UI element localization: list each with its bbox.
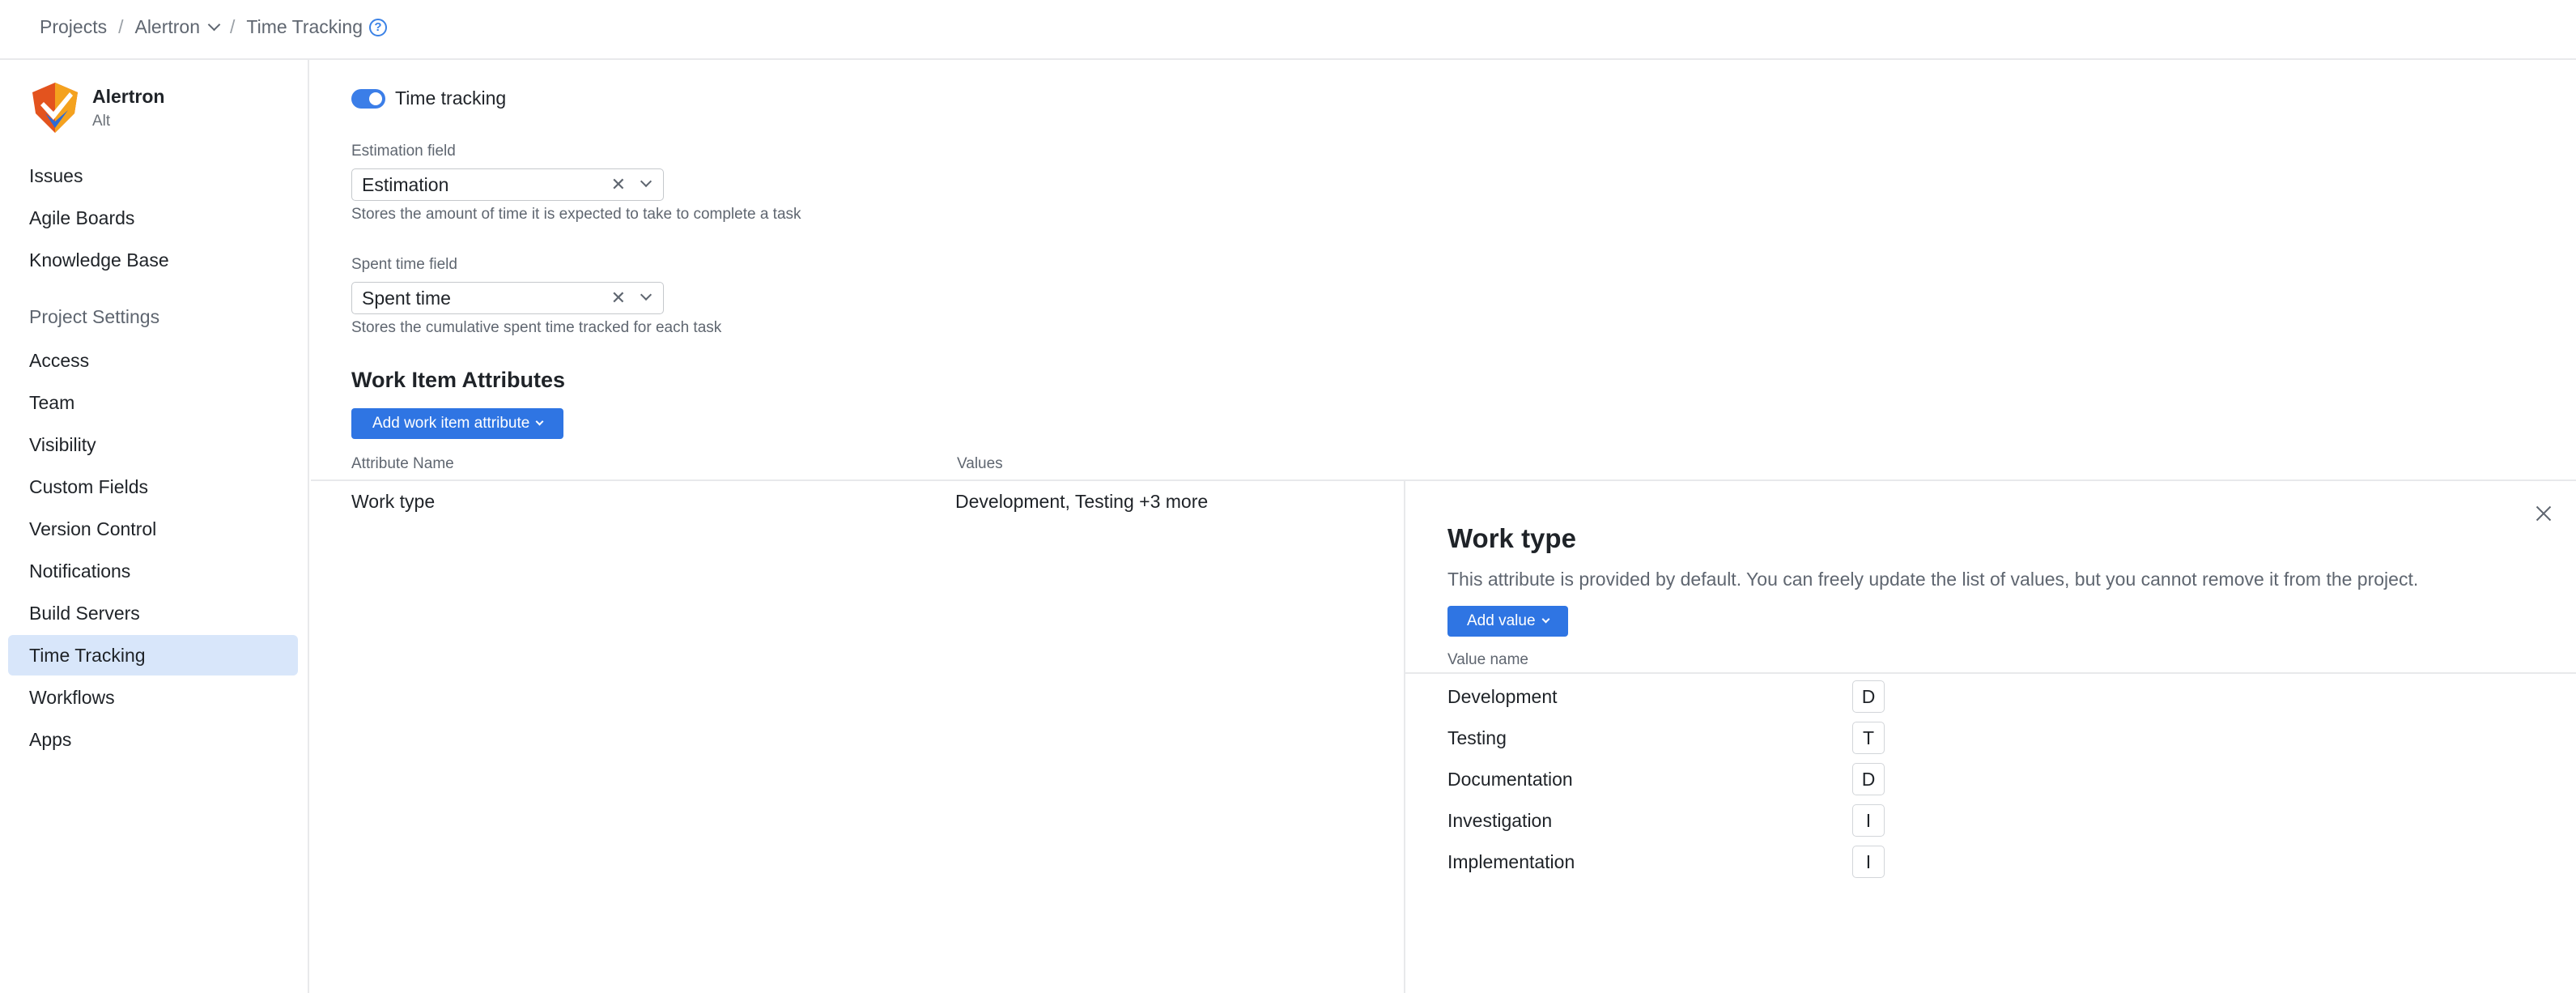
value-abbreviation-input[interactable]: I	[1852, 804, 1885, 837]
value-row[interactable]: Investigation I	[1447, 804, 1901, 837]
value-abbreviation-input[interactable]: T	[1852, 722, 1885, 754]
estimation-field-label: Estimation field	[351, 143, 456, 160]
chevron-down-icon[interactable]	[640, 289, 652, 300]
column-header-attribute-name[interactable]: Attribute Name	[351, 455, 454, 473]
estimation-field-hint: Stores the amount of time it is expected…	[351, 206, 801, 224]
spent-time-field-hint: Stores the cumulative spent time tracked…	[351, 319, 721, 337]
sidebar: Alertron Alt Issues Agile Boards Knowled…	[0, 60, 309, 993]
breadcrumb-current-page: Time Tracking	[246, 16, 363, 38]
value-name: Implementation	[1447, 851, 1575, 873]
panel-divider	[1405, 672, 2576, 674]
breadcrumb-separator: /	[230, 16, 235, 38]
add-work-item-attribute-button[interactable]: Add work item attribute	[351, 408, 563, 439]
chevron-down-icon[interactable]	[640, 176, 652, 187]
add-value-button[interactable]: Add value	[1447, 606, 1568, 637]
clear-icon[interactable]: ✕	[611, 174, 626, 195]
sidebar-item-visibility[interactable]: Visibility	[8, 424, 298, 465]
chevron-down-icon	[536, 418, 544, 426]
value-row[interactable]: Documentation D	[1447, 763, 1901, 795]
chevron-down-icon[interactable]	[208, 19, 221, 32]
sidebar-item-version-control[interactable]: Version Control	[8, 509, 298, 549]
add-work-item-attribute-label: Add work item attribute	[372, 415, 529, 433]
top-header: Projects / Alertron / Time Tracking ?	[0, 0, 2576, 60]
attribute-row-name[interactable]: Work type	[351, 491, 435, 513]
breadcrumb: Projects / Alertron / Time Tracking ?	[40, 16, 387, 38]
table-divider	[311, 479, 1407, 481]
value-name: Development	[1447, 686, 1558, 708]
sidebar-item-knowledge-base[interactable]: Knowledge Base	[8, 240, 298, 280]
sidebar-item-notifications[interactable]: Notifications	[8, 551, 298, 591]
sidebar-item-team[interactable]: Team	[8, 382, 298, 423]
time-tracking-toggle[interactable]	[351, 89, 385, 109]
sidebar-item-workflows[interactable]: Workflows	[8, 677, 298, 718]
time-tracking-label: Time tracking	[395, 87, 506, 109]
spent-time-field-select[interactable]: Spent time ✕	[351, 282, 664, 314]
value-name: Testing	[1447, 727, 1507, 749]
breadcrumb-separator: /	[118, 16, 123, 38]
attribute-row-values[interactable]: Development, Testing +3 more	[955, 491, 1208, 513]
value-row[interactable]: Testing T	[1447, 722, 1901, 754]
toggle-knob	[369, 92, 382, 105]
project-key: Alt	[92, 113, 164, 130]
clear-icon[interactable]: ✕	[611, 288, 626, 309]
panel-title: Work type	[1447, 523, 1576, 554]
value-name: Investigation	[1447, 810, 1552, 832]
estimation-field-value: Estimation	[362, 174, 448, 196]
value-abbreviation-input[interactable]: D	[1852, 763, 1885, 795]
project-logo-icon	[29, 81, 81, 134]
value-row[interactable]: Development D	[1447, 680, 1901, 713]
project-info: Alertron Alt	[92, 81, 164, 130]
sidebar-item-issues[interactable]: Issues	[8, 156, 298, 196]
value-abbreviation-input[interactable]: I	[1852, 846, 1885, 878]
breadcrumb-project[interactable]: Alertron	[134, 16, 200, 38]
project-name: Alertron	[92, 86, 164, 108]
chevron-down-icon	[1541, 616, 1549, 624]
help-icon[interactable]: ?	[369, 19, 387, 36]
column-header-values[interactable]: Values	[957, 455, 1003, 473]
value-row[interactable]: Implementation I	[1447, 846, 1901, 878]
sidebar-item-custom-fields[interactable]: Custom Fields	[8, 467, 298, 507]
sidebar-item-build-servers[interactable]: Build Servers	[8, 593, 298, 633]
sidebar-item-time-tracking[interactable]: Time Tracking	[8, 635, 298, 675]
project-header[interactable]: Alertron Alt	[29, 81, 164, 134]
value-name: Documentation	[1447, 769, 1573, 791]
estimation-field-select[interactable]: Estimation ✕	[351, 168, 664, 201]
close-icon[interactable]	[2534, 504, 2553, 523]
add-value-label: Add value	[1467, 612, 1536, 630]
sidebar-item-access[interactable]: Access	[8, 340, 298, 381]
project-settings-heading: Project Settings	[29, 306, 159, 328]
work-item-attributes-title: Work Item Attributes	[351, 368, 565, 393]
time-tracking-toggle-row: Time tracking	[351, 87, 506, 109]
attribute-detail-panel: Work type This attribute is provided by …	[1404, 479, 2576, 993]
spent-time-field-label: Spent time field	[351, 256, 457, 274]
sidebar-item-apps[interactable]: Apps	[8, 719, 298, 760]
breadcrumb-projects[interactable]: Projects	[40, 16, 107, 38]
value-abbreviation-input[interactable]: D	[1852, 680, 1885, 713]
spent-time-field-value: Spent time	[362, 288, 451, 309]
panel-description: This attribute is provided by default. Y…	[1447, 569, 2418, 590]
value-name-column-header: Value name	[1447, 651, 1528, 669]
sidebar-item-agile-boards[interactable]: Agile Boards	[8, 198, 298, 238]
